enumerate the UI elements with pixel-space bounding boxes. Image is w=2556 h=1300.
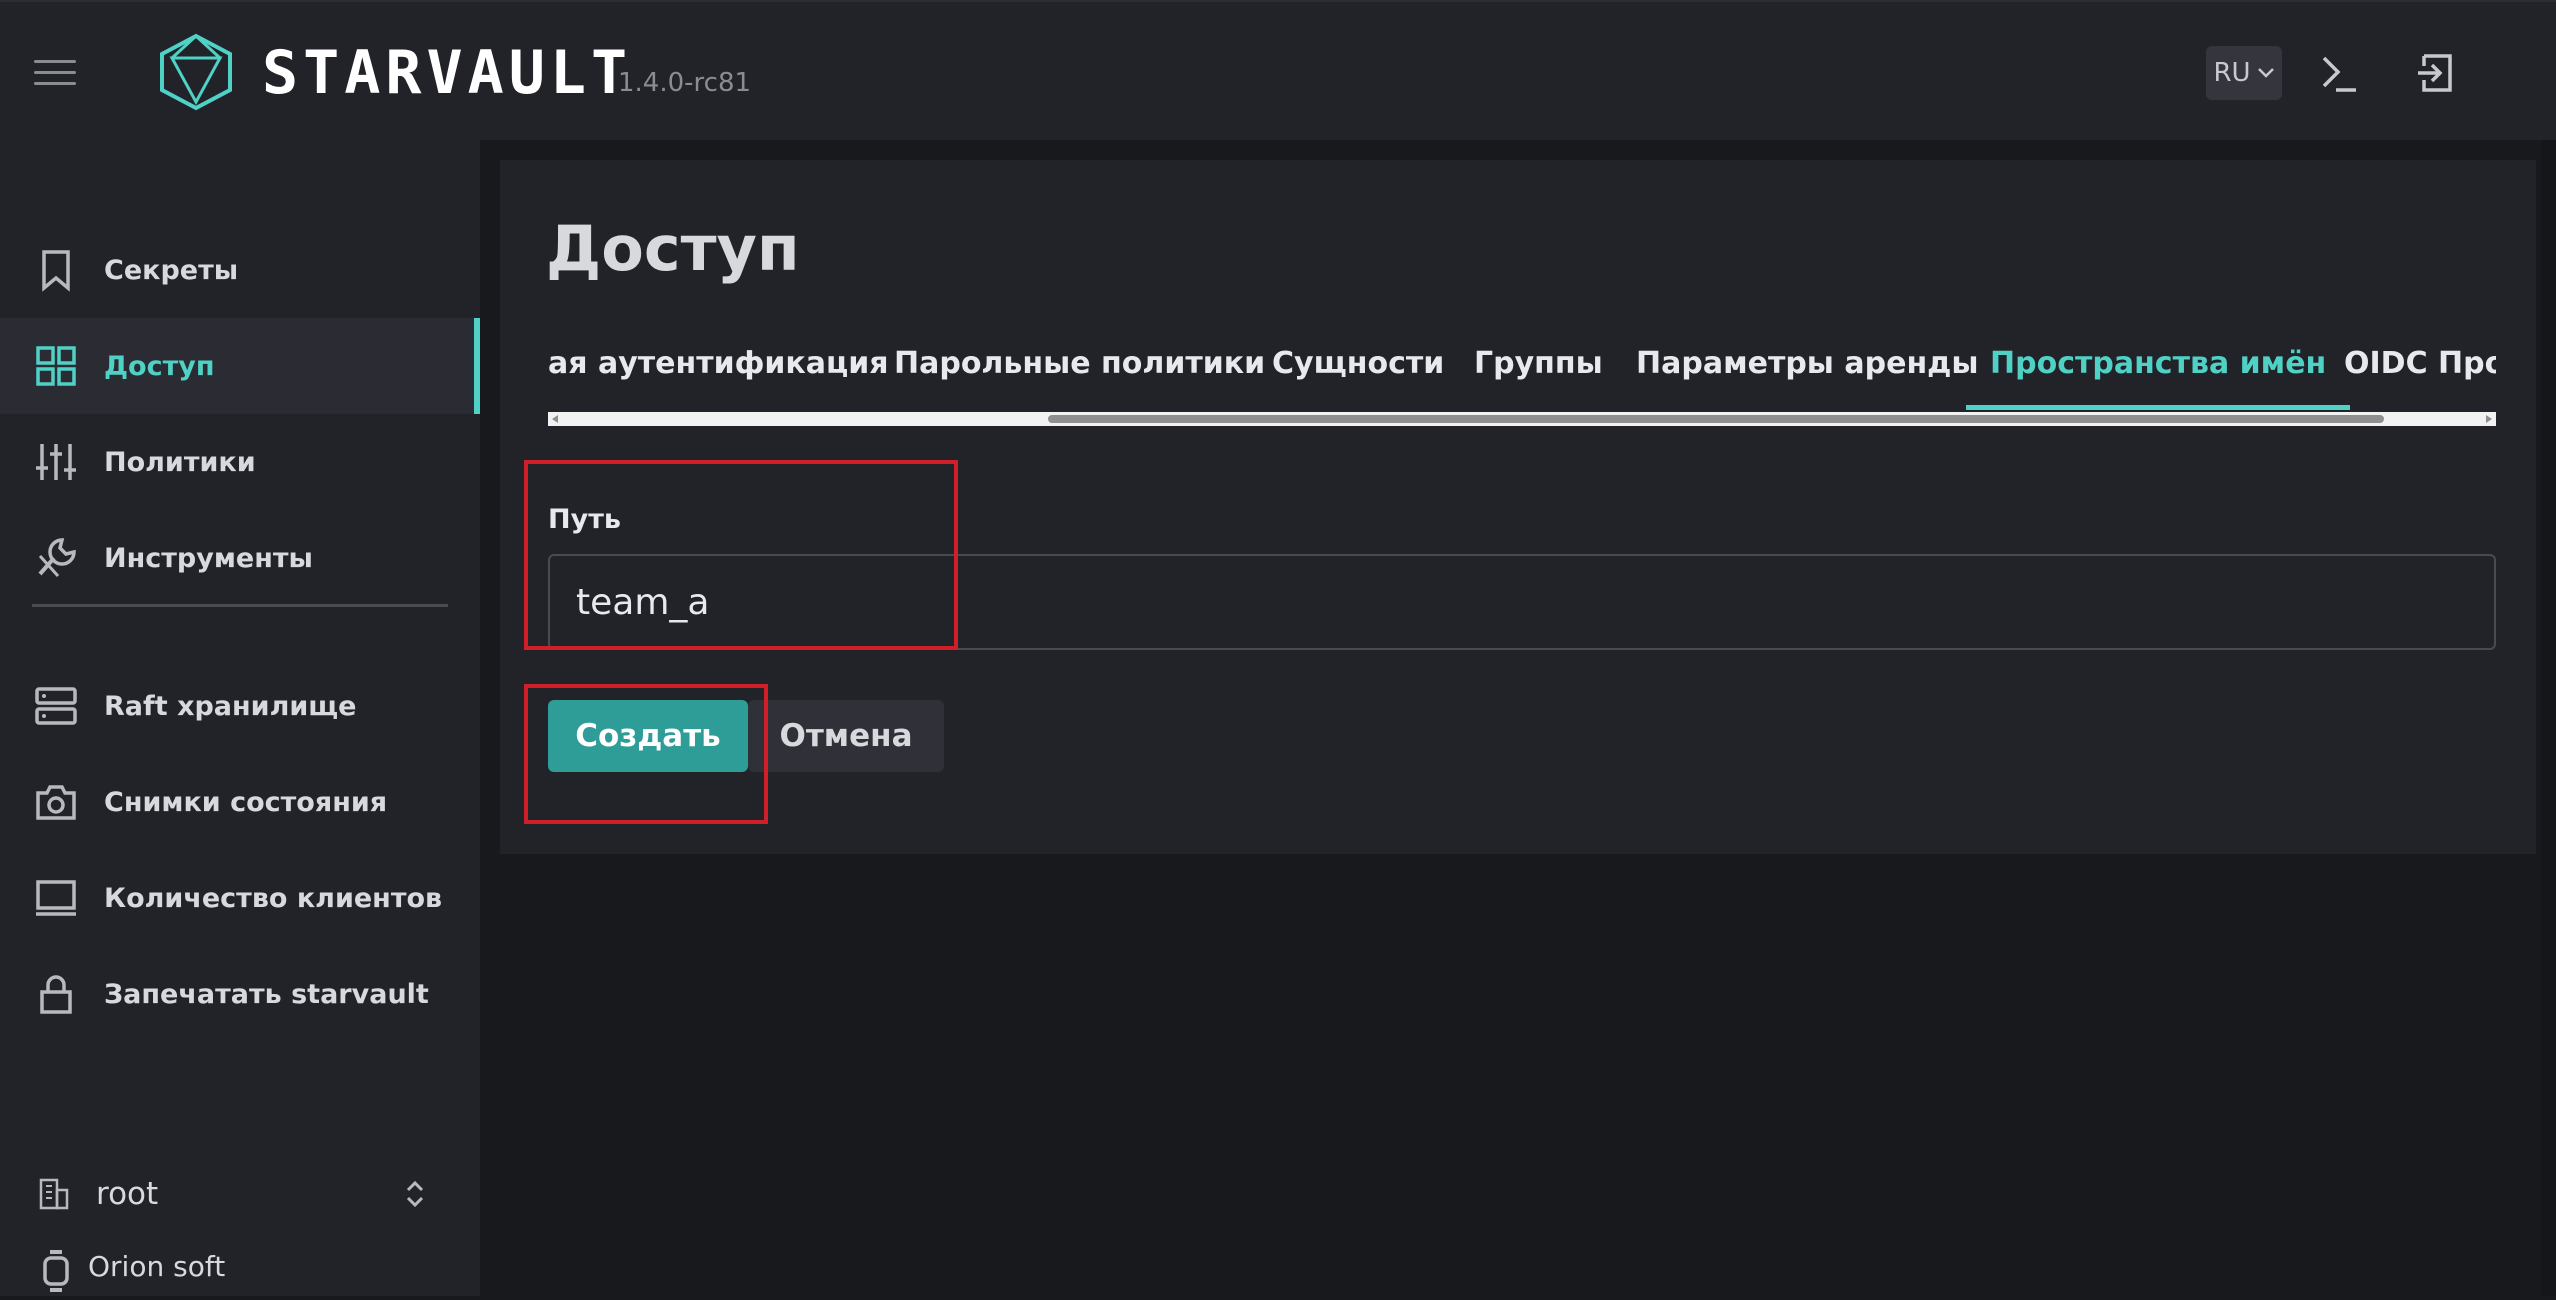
tab-scrollbar-thumb[interactable] bbox=[1048, 415, 2384, 423]
logout-icon[interactable] bbox=[2414, 50, 2460, 96]
sidebar-item-tools[interactable]: Инструменты bbox=[0, 510, 480, 606]
sidebar-item-label: Запечатать starvault bbox=[104, 978, 429, 1010]
page-title: Доступ bbox=[546, 212, 800, 285]
building-icon bbox=[39, 1178, 69, 1210]
vendor-info: Orion soft bbox=[0, 1240, 480, 1300]
tab-entities[interactable]: Сущности bbox=[1272, 340, 1444, 410]
path-field-highlight bbox=[524, 460, 958, 650]
sidebar-item-label: Количество клиентов bbox=[104, 882, 443, 914]
sidebar-item-client-count[interactable]: Количество клиентов bbox=[0, 850, 480, 946]
lock-icon bbox=[40, 975, 72, 1014]
sidebar-item-label: Политики bbox=[104, 446, 256, 478]
top-bar: STARVAULT 1.4.0-rc81 RU bbox=[0, 0, 2556, 140]
server-icon bbox=[35, 687, 77, 725]
sliders-icon bbox=[36, 444, 76, 480]
app-version: 1.4.0-rc81 bbox=[618, 68, 752, 98]
terminal-icon[interactable] bbox=[2316, 50, 2362, 96]
camera-icon bbox=[36, 785, 76, 820]
vendor-label: Orion soft bbox=[88, 1250, 226, 1283]
chevron-down-icon bbox=[2257, 68, 2274, 78]
tab-groups[interactable]: Группы bbox=[1474, 340, 1603, 410]
scroll-left-icon[interactable] bbox=[550, 414, 560, 424]
tab-oidc-provider[interactable]: OIDC Прова bbox=[2344, 340, 2496, 410]
sidebar-item-access[interactable]: Доступ bbox=[0, 318, 480, 414]
namespace-label: root bbox=[96, 1176, 159, 1212]
sidebar-item-secrets[interactable]: Секреты bbox=[0, 222, 480, 318]
menu-icon[interactable] bbox=[34, 60, 76, 86]
tab-bar: ая аутентификация Парольные политики Сущ… bbox=[548, 340, 2496, 410]
sidebar-item-seal[interactable]: Запечатать starvault bbox=[0, 946, 480, 1042]
sidebar-item-snapshots[interactable]: Снимки состояния bbox=[0, 754, 480, 850]
tab-namespaces[interactable]: Пространства имён bbox=[1965, 340, 2351, 410]
namespace-selector[interactable]: root bbox=[0, 1152, 480, 1236]
sidebar-item-label: Секреты bbox=[104, 254, 239, 286]
access-card: Доступ ая аутентификация Парольные полит… bbox=[500, 160, 2536, 854]
tab-authentication[interactable]: ая аутентификация bbox=[548, 340, 889, 410]
cancel-button[interactable]: Отмена bbox=[748, 700, 944, 772]
create-button-highlight bbox=[524, 684, 768, 824]
sidebar-item-raft-storage[interactable]: Raft хранилище bbox=[0, 658, 480, 754]
language-label: RU bbox=[2213, 58, 2251, 88]
chevron-up-down-icon bbox=[406, 1180, 424, 1208]
sidebar-divider bbox=[32, 604, 448, 607]
wrench-icon bbox=[38, 538, 76, 578]
watch-icon bbox=[43, 1250, 69, 1292]
main-content: Доступ ая аутентификация Парольные полит… bbox=[480, 140, 2556, 1296]
sidebar: Секреты Доступ Политики Инструменты Raft… bbox=[0, 140, 480, 1296]
tab-lease-parameters[interactable]: Параметры аренды bbox=[1636, 340, 1979, 410]
sidebar-item-label: Доступ bbox=[104, 350, 215, 382]
brand-name: STARVAULT bbox=[262, 38, 633, 108]
sidebar-item-label: Снимки состояния bbox=[104, 786, 388, 818]
sidebar-item-policies[interactable]: Политики bbox=[0, 414, 480, 510]
language-selector[interactable]: RU bbox=[2206, 46, 2282, 100]
starvault-logo-icon[interactable] bbox=[158, 32, 234, 112]
tab-password-policies[interactable]: Парольные политики bbox=[894, 340, 1265, 410]
page-edge bbox=[2542, 140, 2556, 1296]
sidebar-item-label: Raft хранилище bbox=[104, 690, 357, 722]
sidebar-item-label: Инструменты bbox=[104, 542, 313, 574]
bookmark-icon bbox=[42, 250, 70, 292]
scroll-right-icon[interactable] bbox=[2484, 414, 2494, 424]
grid-icon bbox=[36, 346, 76, 386]
monitor-icon bbox=[36, 880, 76, 916]
tab-scrollbar[interactable] bbox=[548, 412, 2496, 426]
